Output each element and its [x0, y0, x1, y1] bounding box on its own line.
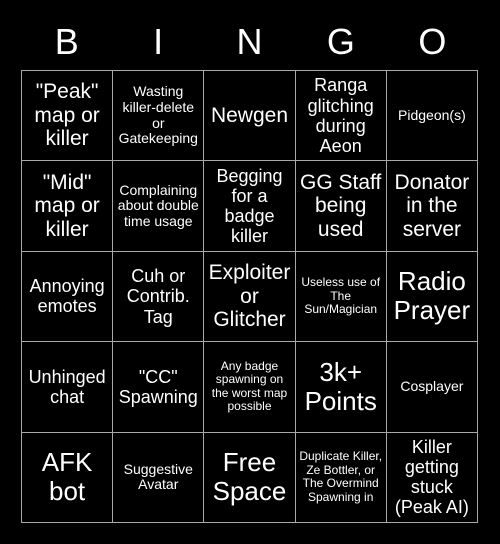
bingo-cell-label: Radio Prayer	[393, 266, 471, 326]
bingo-cell[interactable]: Any badge spawning on the worst map poss…	[204, 342, 295, 432]
bingo-cell-label: Cosplayer	[400, 378, 464, 395]
bingo-cell-label: Annoying emotes	[29, 276, 105, 317]
bingo-cell-label: Useless use of The Sun/Magician	[301, 275, 381, 317]
bingo-cell-label: Cuh or Contrib. Tag	[126, 266, 190, 327]
bingo-cell-label: 3k+ Points	[304, 356, 377, 416]
bingo-cell[interactable]: Newgen	[204, 71, 295, 161]
header-letter-g: G	[326, 21, 355, 62]
bingo-cell[interactable]: Wasting killer-delete or Gatekeeping	[113, 71, 204, 161]
bingo-cell[interactable]: AFK bot	[22, 432, 113, 522]
bingo-cell[interactable]: "Peak" map or killer	[22, 71, 113, 161]
bingo-cell[interactable]: Radio Prayer	[386, 251, 477, 342]
bingo-cell-label: Donator in the server	[394, 170, 470, 241]
bingo-grid: "Peak" map or killer Wasting killer-dele…	[21, 70, 478, 523]
bingo-cell[interactable]: Killer getting stuck (Peak AI)	[386, 432, 477, 522]
bingo-cell-label: "Mid" map or killer	[34, 170, 100, 241]
bingo-cell-label: GG Staff being used	[300, 170, 382, 241]
bingo-cell[interactable]: Exploiter or Glitcher	[204, 251, 295, 342]
bingo-cell[interactable]: 3k+ Points	[295, 342, 386, 432]
bingo-cell-label: Unhinged chat	[28, 366, 106, 407]
bingo-cell-label: Any badge spawning on the worst map poss…	[211, 359, 288, 414]
header-letter-b: B	[54, 21, 79, 62]
header-letter-i: I	[153, 21, 164, 62]
bingo-cell[interactable]: Pidgeon(s)	[386, 71, 477, 161]
bingo-cell-label: Pidgeon(s)	[398, 106, 466, 123]
bingo-cell-label: Newgen	[210, 103, 289, 127]
header-letter-n: N	[236, 21, 263, 62]
bingo-cell[interactable]: "CC" Spawning	[113, 342, 204, 432]
bingo-cell[interactable]: Suggestive Avatar	[113, 432, 204, 522]
bingo-cell[interactable]: Ranga glitching during Aeon	[295, 71, 386, 161]
bingo-cell-label: Exploiter or Glitcher	[208, 261, 291, 332]
bingo-cell[interactable]: Donator in the server	[386, 161, 477, 251]
bingo-cell-label: Wasting killer-delete or Gatekeeping	[118, 83, 198, 147]
bingo-cell-label: Complaining about double time usage	[117, 181, 199, 229]
bingo-cell[interactable]: GG Staff being used	[295, 161, 386, 251]
bingo-cell[interactable]: Cuh or Contrib. Tag	[113, 251, 204, 342]
bingo-cell[interactable]: Complaining about double time usage	[113, 161, 204, 251]
bingo-cell-label: Free Space	[212, 447, 287, 507]
bingo-cell-label: AFK bot	[41, 447, 93, 507]
bingo-cell[interactable]: Duplicate Killer, Ze Bottler, or The Ove…	[295, 432, 386, 522]
bingo-cell[interactable]: Useless use of The Sun/Magician	[295, 251, 386, 342]
bingo-cell-label: Killer getting stuck (Peak AI)	[394, 436, 469, 518]
bingo-cell[interactable]: Cosplayer	[386, 342, 477, 432]
bingo-cell-free-space[interactable]: Free Space	[204, 432, 295, 522]
bingo-cell-label: Begging for a badge killer	[216, 165, 283, 247]
bingo-card: B I N G O "Peak" map or killer Wasting k…	[0, 0, 500, 544]
header-letter-o: O	[418, 21, 447, 62]
bingo-cell[interactable]: Begging for a badge killer	[204, 161, 295, 251]
bingo-cell-label: "CC" Spawning	[118, 366, 198, 407]
bingo-header: B I N G O	[21, 14, 478, 70]
bingo-cell-label: Ranga glitching during Aeon	[307, 75, 374, 156]
bingo-cell-label: Duplicate Killer, Ze Bottler, or The Ove…	[299, 449, 383, 504]
bingo-cell[interactable]: Unhinged chat	[22, 342, 113, 432]
bingo-cell-label: Suggestive Avatar	[123, 460, 193, 493]
bingo-cell[interactable]: "Mid" map or killer	[22, 161, 113, 251]
bingo-cell-label: "Peak" map or killer	[34, 80, 100, 151]
bingo-cell[interactable]: Annoying emotes	[22, 251, 113, 342]
